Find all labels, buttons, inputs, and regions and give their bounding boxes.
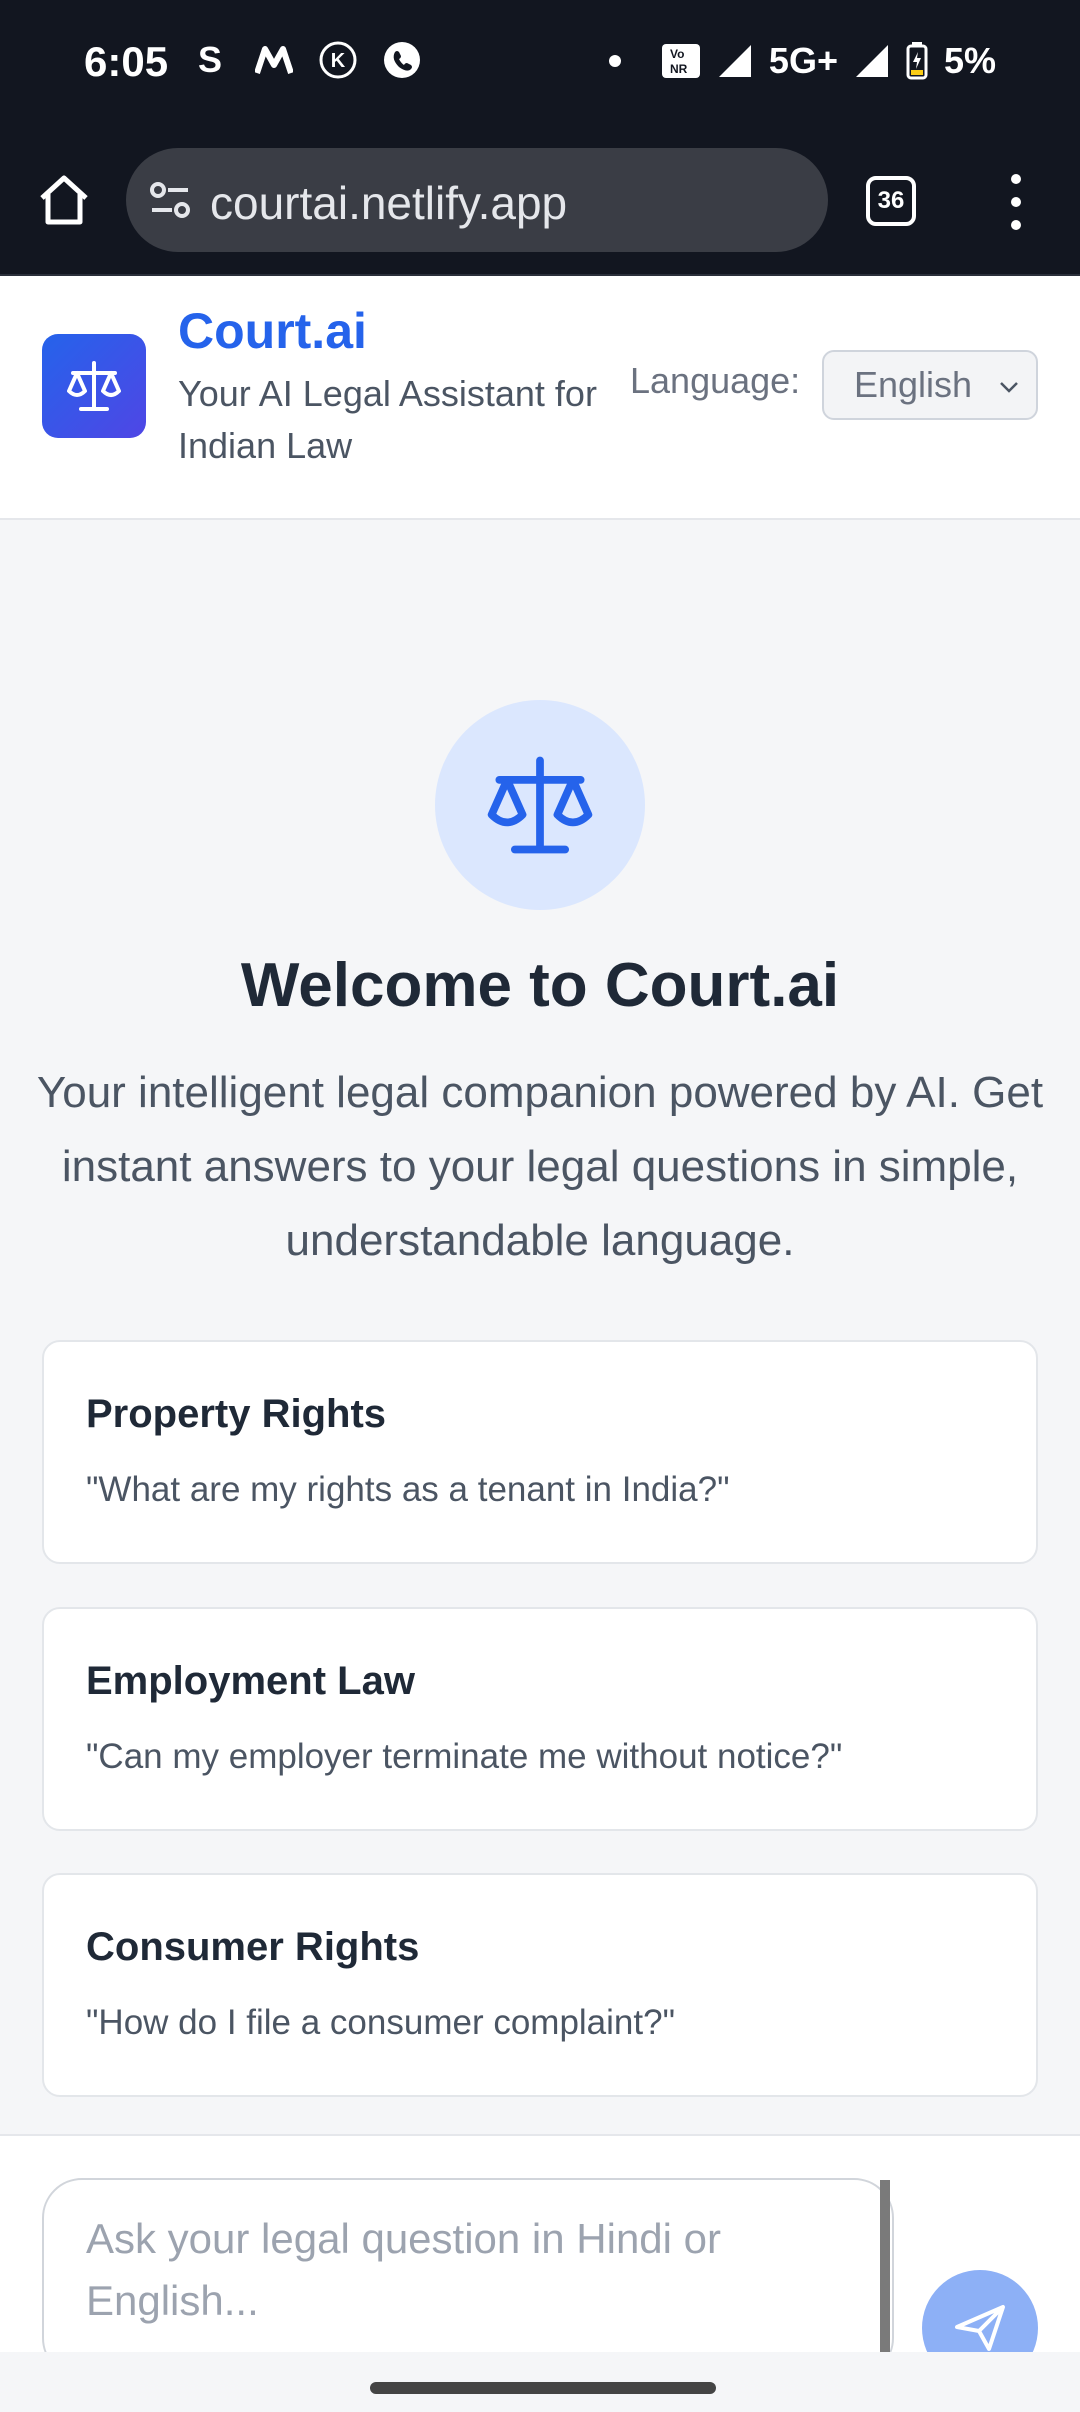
send-icon [955, 2305, 1005, 2351]
phone-call-icon [382, 40, 422, 80]
suggestion-question: "Can my employer terminate me without no… [86, 1737, 843, 1776]
url-bar[interactable]: courtai.netlify.app [126, 148, 828, 252]
suggestion-title: Consumer Rights [86, 1925, 420, 1969]
scale-icon [67, 361, 121, 411]
suggestion-title: Property Rights [86, 1392, 387, 1436]
status-app-icons: S K [190, 39, 422, 80]
welcome-description: Your intelligent legal companion powered… [36, 1068, 1044, 1265]
network-type: 5G+ [768, 40, 838, 81]
welcome-title: Welcome to Court.ai [240, 951, 840, 1020]
language-label: Language: [630, 360, 801, 401]
home-icon [40, 175, 88, 225]
chat-input[interactable] [42, 2178, 894, 2378]
battery-level: 5% [943, 40, 996, 81]
language-select[interactable]: English [822, 350, 1038, 420]
brand-subtitle: Your AI Legal Assistant for Indian Law [178, 373, 597, 466]
site-settings-icon[interactable] [148, 178, 192, 222]
scale-icon [487, 756, 593, 854]
tab-switcher-button[interactable]: 36 [866, 176, 916, 226]
k-icon: K [318, 40, 358, 80]
suggestion-card-property-rights[interactable]: Property Rights "What are my rights as a… [42, 1340, 1038, 1564]
hero-icon [435, 700, 645, 910]
app-header: Court.ai Your AI Legal Assistant for Ind… [0, 276, 1080, 520]
browser-toolbar: courtai.netlify.app 36 [0, 128, 1080, 276]
input-scrollbar[interactable] [880, 2180, 890, 2354]
gesture-area [0, 2352, 1080, 2412]
browser-menu-button[interactable] [1004, 174, 1028, 230]
logo [42, 334, 146, 438]
volte-icon: VoNR [661, 44, 700, 78]
svg-text:Vo: Vo [670, 47, 684, 61]
signal-icon [718, 45, 751, 77]
home-button[interactable] [36, 172, 92, 228]
svg-text:NR: NR [670, 62, 688, 76]
home-gesture-bar[interactable] [370, 2382, 716, 2394]
notification-dot-icon [608, 55, 621, 67]
status-indicators: Vo NR 5G+ 5% [608, 40, 996, 82]
brand-title[interactable]: Court.ai [178, 302, 367, 360]
chevron-down-icon [1000, 382, 1018, 393]
suggestion-question: "How do I file a consumer complaint?" [86, 2003, 676, 2042]
status-bar: 6:05 S K Vo NR 5G+ 5% [0, 0, 1080, 128]
suggestion-question: "What are my rights as a tenant in India… [86, 1470, 730, 1509]
svg-text:K: K [331, 50, 346, 72]
signal-2-icon [855, 45, 888, 77]
chat-input-bar [0, 2134, 1080, 2386]
battery-icon [906, 42, 928, 80]
suggestion-title: Employment Law [86, 1659, 415, 1703]
language-value: English [854, 364, 973, 405]
suggestion-card-consumer-rights[interactable]: Consumer Rights "How do I file a consume… [42, 1873, 1038, 2097]
url-text: courtai.netlify.app [210, 177, 568, 229]
status-time: 6:05 [84, 38, 169, 85]
suggestion-card-employment-law[interactable]: Employment Law "Can my employer terminat… [42, 1607, 1038, 1831]
skype-icon: S [197, 39, 222, 80]
myntra-icon [254, 40, 294, 80]
